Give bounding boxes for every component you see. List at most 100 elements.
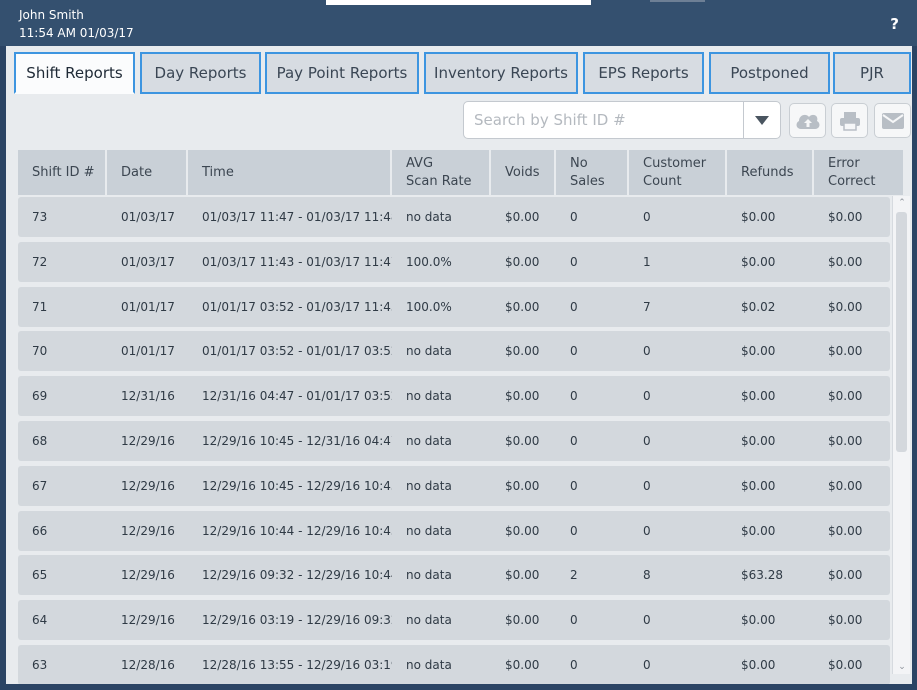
cell-no-sales: 0 (570, 254, 578, 269)
cell-voids: $0.00 (505, 523, 540, 538)
col-voids[interactable]: Voids (491, 150, 556, 195)
tab-inventory-reports[interactable]: Inventory Reports (424, 52, 578, 94)
cell-avg-scan-rate: no data (406, 344, 452, 359)
cell-avg-scan-rate: no data (406, 210, 452, 224)
col-avg-scan-rate-line2: Scan Rate (406, 173, 472, 189)
col-no-sales[interactable]: No Sales (556, 150, 629, 195)
tab-day-reports[interactable]: Day Reports (140, 52, 261, 94)
cell-customer-count: 0 (643, 344, 651, 359)
table-row[interactable]: 73 01/03/17 01/03/17 11:47 - 01/03/17 11:4… (18, 197, 890, 237)
col-error-correct[interactable]: Error Correct (814, 150, 903, 195)
scrollbar-thumb[interactable] (896, 212, 907, 452)
cell-voids: $0.00 (505, 254, 540, 269)
table-row[interactable]: 68 12/29/16 12/29/16 10:45 - 12/31/16 04:4… (18, 420, 890, 461)
cell-time: 12/31/16 04:47 - 01/01/17 03:52 (202, 389, 392, 404)
cell-date: 12/29/16 (121, 478, 175, 493)
cell-no-sales: 0 (570, 299, 578, 314)
cell-refunds: $0.00 (741, 344, 776, 359)
tab-pjr[interactable]: PJR (833, 52, 911, 94)
col-date[interactable]: Date (107, 150, 188, 195)
cell-refunds: $0.00 (741, 478, 776, 493)
col-error-correct-line2: Correct (828, 173, 876, 189)
top-bar: John Smith 11:54 AM 01/03/17 ? (0, 0, 917, 46)
search-input[interactable] (474, 109, 744, 131)
cell-shift-id: 66 (32, 523, 48, 538)
cell-shift-id: 68 (32, 433, 48, 448)
cell-voids: $0.00 (505, 344, 540, 359)
cell-voids: $0.00 (505, 568, 540, 583)
cell-date: 01/01/17 (121, 299, 175, 314)
table-row[interactable]: 64 12/29/16 12/29/16 03:19 - 12/29/16 09:3… (18, 600, 890, 641)
cell-avg-scan-rate: no data (406, 523, 452, 538)
table-row[interactable]: 65 12/29/16 12/29/16 09:32 - 12/29/16 10:4… (18, 555, 890, 596)
shift-report-rows: 73 01/03/17 01/03/17 11:47 - 01/03/17 11:4… (18, 197, 890, 684)
table-header: Shift ID # Date Time AVG Scan Rate Voids… (18, 150, 912, 195)
table-row[interactable]: 66 12/29/16 12/29/16 10:44 - 12/29/16 10:4… (18, 510, 890, 551)
col-customer-count-line1: Customer (643, 155, 707, 171)
cell-shift-id: 72 (32, 254, 48, 269)
cell-avg-scan-rate: no data (406, 389, 452, 404)
user-name: John Smith (19, 8, 84, 22)
table-row[interactable]: 70 01/01/17 01/01/17 03:52 - 01/01/17 03:5… (18, 331, 890, 372)
table-row[interactable]: 67 12/29/16 12/29/16 10:45 - 12/29/16 10:4… (18, 465, 890, 506)
cell-time: 12/28/16 13:55 - 12/29/16 03:19 (202, 657, 392, 672)
help-button[interactable]: ? (890, 15, 899, 33)
reports-panel: Shift Reports Day Reports Pay Point Repo… (6, 46, 912, 684)
cell-refunds: $0.00 (741, 613, 776, 628)
col-customer-count[interactable]: Customer Count (629, 150, 727, 195)
upload-button[interactable] (789, 103, 826, 138)
email-button[interactable] (874, 103, 911, 138)
col-no-sales-line2: Sales (570, 173, 605, 189)
cell-date: 01/03/17 (121, 254, 175, 269)
cell-refunds: $0.00 (741, 210, 776, 224)
cell-customer-count: 8 (643, 568, 651, 583)
cell-date: 01/01/17 (121, 344, 175, 359)
col-time[interactable]: Time (188, 150, 392, 195)
cell-date: 12/29/16 (121, 613, 175, 628)
cell-date: 12/28/16 (121, 657, 175, 672)
cell-refunds: $0.00 (741, 389, 776, 404)
scroll-down-arrow-icon[interactable]: ⌄ (896, 662, 908, 672)
table-scrollbar[interactable]: ⌃ ⌄ (892, 196, 910, 674)
cell-voids: $0.00 (505, 433, 540, 448)
cell-date: 12/29/16 (121, 433, 175, 448)
cell-voids: $0.00 (505, 210, 540, 224)
cell-time: 01/03/17 11:43 - 01/03/17 11:47 (202, 254, 392, 269)
table-row[interactable]: 72 01/03/17 01/03/17 11:43 - 01/03/17 11:4… (18, 241, 890, 282)
cell-no-sales: 0 (570, 657, 578, 672)
cell-time: 12/29/16 10:44 - 12/29/16 10:45 (202, 523, 392, 538)
col-refunds[interactable]: Refunds (727, 150, 814, 195)
cell-no-sales: 0 (570, 478, 578, 493)
cell-avg-scan-rate: no data (406, 478, 452, 493)
col-avg-scan-rate-line1: AVG (406, 155, 434, 171)
tab-pay-point-reports[interactable]: Pay Point Reports (265, 52, 419, 94)
cell-refunds: $0.00 (741, 254, 776, 269)
table-row[interactable]: 63 12/28/16 12/28/16 13:55 - 12/29/16 03:1… (18, 644, 890, 684)
cell-shift-id: 73 (32, 210, 48, 224)
tab-eps-reports[interactable]: EPS Reports (583, 52, 704, 94)
cell-refunds: $0.00 (741, 657, 776, 672)
tab-postponed[interactable]: Postponed (709, 52, 830, 94)
cell-error-correct: $0.00 (828, 389, 863, 404)
cell-customer-count: 0 (643, 478, 651, 493)
scroll-up-arrow-icon[interactable]: ⌃ (896, 198, 908, 208)
col-shift-id[interactable]: Shift ID # (18, 150, 107, 195)
cell-no-sales: 0 (570, 433, 578, 448)
tab-shift-reports[interactable]: Shift Reports (14, 52, 135, 94)
search-dropdown-button[interactable] (743, 102, 780, 138)
table-row[interactable]: 71 01/01/17 01/01/17 03:52 - 01/03/17 11:4… (18, 286, 890, 327)
cell-error-correct: $0.00 (828, 478, 863, 493)
cell-shift-id: 69 (32, 389, 48, 404)
cell-refunds: $0.00 (741, 523, 776, 538)
cell-avg-scan-rate: no data (406, 433, 452, 448)
table-row[interactable]: 69 12/31/16 12/31/16 04:47 - 01/01/17 03:5… (18, 376, 890, 417)
cell-avg-scan-rate: no data (406, 568, 452, 583)
cell-time: 12/29/16 10:45 - 12/29/16 10:45 (202, 478, 392, 493)
print-button[interactable] (831, 103, 868, 138)
cell-shift-id: 63 (32, 657, 48, 672)
cell-error-correct: $0.00 (828, 568, 863, 583)
cell-time: 01/03/17 11:47 - 01/03/17 11:48 (202, 210, 392, 224)
col-avg-scan-rate[interactable]: AVG Scan Rate (392, 150, 491, 195)
cell-time: 12/29/16 10:45 - 12/31/16 04:47 (202, 433, 392, 448)
cell-no-sales: 0 (570, 613, 578, 628)
